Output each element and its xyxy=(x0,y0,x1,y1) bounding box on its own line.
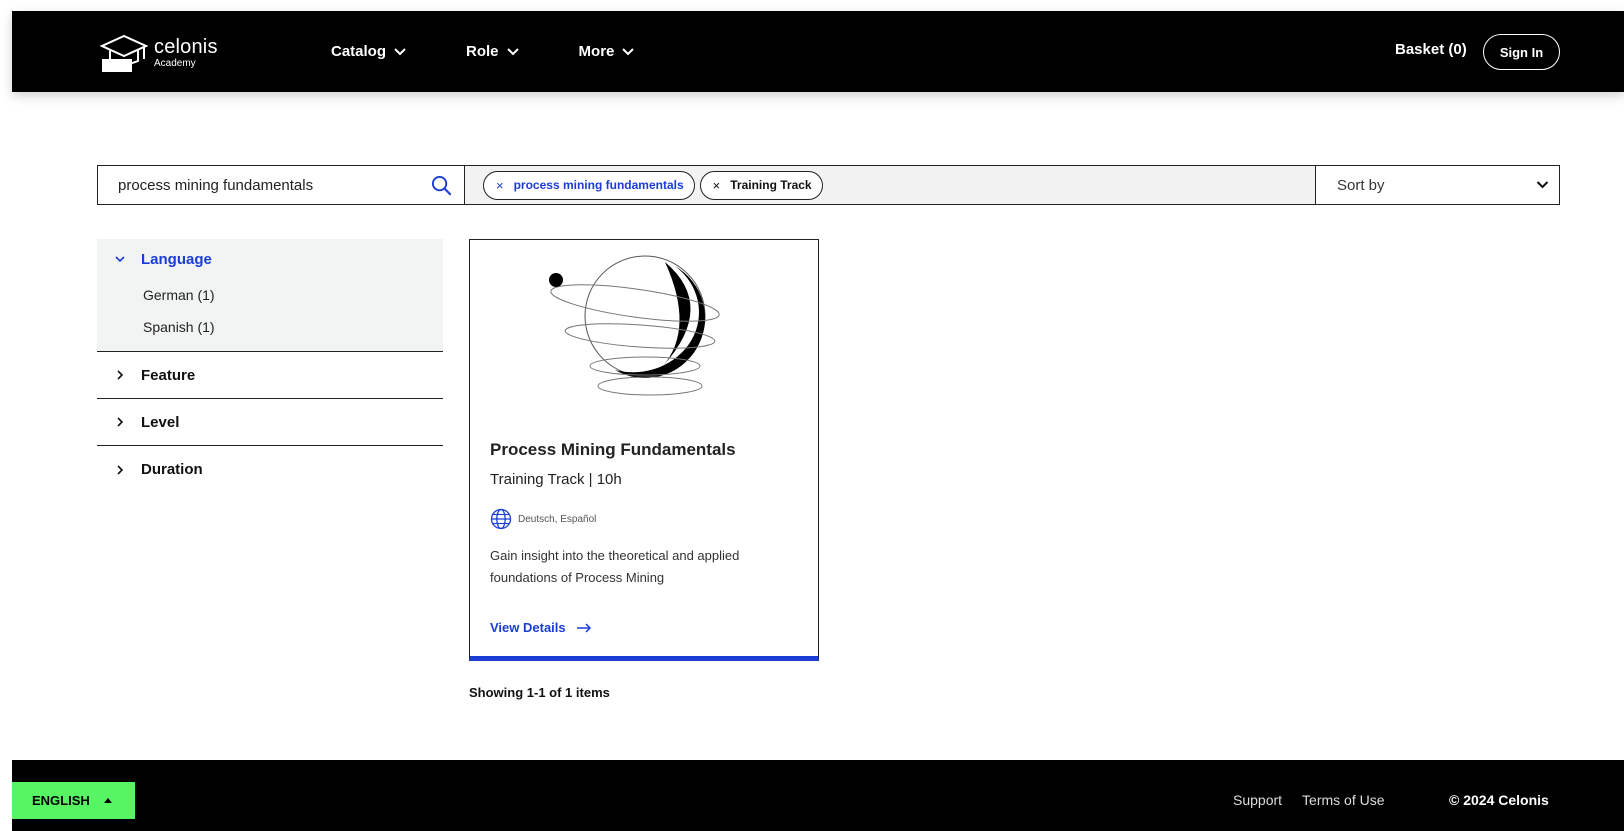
filter-chip-training-track[interactable]: × Training Track xyxy=(699,170,823,200)
filter-group-language: Language German (1) Spanish (1) xyxy=(97,239,443,352)
copyright-text: © 2024 Celonis xyxy=(1449,792,1549,808)
terms-of-use-link[interactable]: Terms of Use xyxy=(1302,792,1384,808)
filter-toggle-level[interactable]: Level xyxy=(97,399,179,446)
filter-group-level: Level xyxy=(97,399,443,446)
nav-catalog[interactable]: Catalog xyxy=(331,43,406,60)
chip-label: process mining fundamentals xyxy=(513,178,684,192)
chevron-down-icon xyxy=(622,47,635,55)
course-meta: Training Track | 10h xyxy=(490,471,622,488)
top-navigation-bar: celonis Academy Catalog Role More Basket… xyxy=(12,11,1624,92)
chevron-down-icon xyxy=(506,47,519,55)
filter-label: Level xyxy=(141,413,180,431)
chevron-down-icon xyxy=(394,47,406,55)
nav-role[interactable]: Role xyxy=(466,43,519,60)
filter-group-feature: Feature xyxy=(97,352,443,399)
sort-by-label: Sort by xyxy=(1337,176,1385,194)
course-title: Process Mining Fundamentals xyxy=(490,440,736,459)
nav-more[interactable]: More xyxy=(579,43,635,60)
view-details-link[interactable]: View Details xyxy=(490,620,592,635)
filter-group-duration: Duration xyxy=(97,446,443,493)
filter-label: Language xyxy=(141,250,212,268)
search-box xyxy=(98,166,465,204)
close-icon[interactable]: × xyxy=(496,178,504,193)
results-count: Showing 1-1 of 1 items xyxy=(469,685,610,700)
nav-more-label: More xyxy=(578,43,615,60)
active-filter-chips: × process mining fundamentals × Training… xyxy=(465,166,1316,204)
close-icon[interactable]: × xyxy=(713,178,721,193)
globe-icon xyxy=(490,508,512,530)
filter-option-spanish[interactable]: Spanish (1) xyxy=(97,311,443,343)
celonis-academy-logo[interactable]: celonis Academy xyxy=(100,33,218,73)
nav-catalog-label: Catalog xyxy=(331,43,387,60)
caret-up-icon xyxy=(103,798,112,803)
filter-option-german[interactable]: German (1) xyxy=(97,279,443,311)
chevron-down-icon xyxy=(1536,181,1549,189)
filter-label: Duration xyxy=(141,461,203,478)
planet-illustration xyxy=(549,255,720,396)
footer-links: Support Terms of Use xyxy=(1233,792,1385,808)
course-card[interactable]: Process Mining Fundamentals Training Tra… xyxy=(469,239,819,661)
chevron-right-icon xyxy=(117,417,124,427)
view-details-label: View Details xyxy=(490,620,566,635)
filter-toggle-feature[interactable]: Feature xyxy=(97,352,195,399)
course-languages: Deutsch, Español xyxy=(490,508,596,530)
basket-link[interactable]: Basket (0) xyxy=(1395,41,1467,58)
search-filter-bar: × process mining fundamentals × Training… xyxy=(97,165,1560,205)
filter-sidebar: Language German (1) Spanish (1) Feature … xyxy=(97,239,443,493)
language-label: ENGLISH xyxy=(32,793,90,808)
chevron-down-icon xyxy=(115,256,125,263)
filter-label: Feature xyxy=(141,366,196,384)
main-nav: Catalog Role More xyxy=(331,11,694,92)
support-link[interactable]: Support xyxy=(1233,792,1282,808)
language-selector-button[interactable]: ENGLISH xyxy=(12,782,135,819)
filter-toggle-duration[interactable]: Duration xyxy=(97,446,203,493)
course-languages-text: Deutsch, Español xyxy=(518,513,597,525)
arrow-right-icon xyxy=(576,622,591,633)
sort-by-dropdown[interactable]: Sort by xyxy=(1316,166,1559,204)
sign-in-button[interactable]: Sign In xyxy=(1483,34,1560,70)
filter-chip-search-term[interactable]: × process mining fundamentals xyxy=(483,170,695,200)
search-input[interactable] xyxy=(118,166,418,204)
logo-subtitle: Academy xyxy=(154,58,196,69)
course-description: Gain insight into the theoretical and ap… xyxy=(490,548,740,585)
filter-toggle-language[interactable]: Language xyxy=(97,239,443,279)
footer: ENGLISH Support Terms of Use © 2024 Celo… xyxy=(12,760,1624,831)
search-icon[interactable] xyxy=(431,175,452,196)
nav-role-label: Role xyxy=(466,43,499,60)
chip-label: Training Track xyxy=(730,178,812,192)
chevron-right-icon xyxy=(117,464,124,475)
chevron-right-icon xyxy=(117,370,124,380)
logo-name: celonis xyxy=(154,36,218,58)
graduation-cap-icon xyxy=(100,34,148,72)
